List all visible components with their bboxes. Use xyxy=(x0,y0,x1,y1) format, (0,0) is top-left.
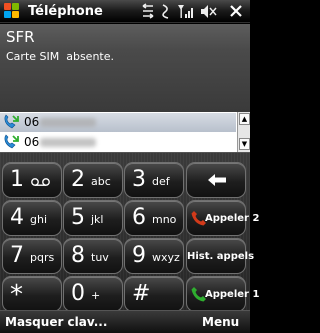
key-6[interactable]: 6 mno xyxy=(124,200,184,236)
app-title: Téléphone xyxy=(28,4,103,19)
volume-muted-icon[interactable] xyxy=(199,3,217,20)
call-history-button[interactable]: Hist. appels xyxy=(186,238,254,274)
key-1[interactable]: 1 xyxy=(2,162,62,198)
left-softkey[interactable]: Masquer clav... xyxy=(5,315,107,329)
recent-calls-list: 06 06 ▲ ▼ xyxy=(0,112,250,152)
key-9[interactable]: 9 wxyz xyxy=(124,238,184,274)
call-2-button[interactable]: Appeler 2 xyxy=(186,200,259,236)
key-7[interactable]: 7 pqrs xyxy=(2,238,62,274)
operator-name: SFR xyxy=(6,28,35,46)
redacted-digits xyxy=(40,118,96,127)
recent-call-row[interactable]: 06 xyxy=(0,113,236,132)
sync-icon[interactable] xyxy=(140,3,156,20)
dial-keypad: 1 2 abc 3 def 4 ghi 5 jkl 6 mno Appeler … xyxy=(0,152,259,312)
key-0[interactable]: 0 + xyxy=(63,276,123,312)
windows-start-icon[interactable] xyxy=(4,3,21,20)
voicemail-icon xyxy=(31,178,50,186)
sim-status-text: Carte SIM absente. xyxy=(6,50,115,63)
key-star[interactable]: * xyxy=(2,276,62,312)
call-number: 06 xyxy=(24,135,40,149)
key-2[interactable]: 2 abc xyxy=(63,162,123,198)
call-incoming-icon xyxy=(4,134,19,149)
backspace-arrow-icon xyxy=(208,174,226,186)
call-incoming-icon xyxy=(4,114,19,129)
softkey-bar: Masquer clav... Menu xyxy=(0,310,250,333)
call-list-scrollbar[interactable]: ▲ ▼ xyxy=(237,112,250,152)
call-number: 06 xyxy=(24,115,40,129)
scroll-down-icon[interactable]: ▼ xyxy=(239,138,250,150)
call-1-button[interactable]: Appeler 1 xyxy=(186,276,259,312)
key-5[interactable]: 5 jkl xyxy=(63,200,123,236)
key-hash[interactable]: # xyxy=(124,276,184,312)
key-3[interactable]: 3 def xyxy=(124,162,184,198)
right-softkey-menu[interactable]: Menu xyxy=(202,315,239,329)
backspace-button[interactable] xyxy=(186,162,246,198)
key-8[interactable]: 8 tuv xyxy=(63,238,123,274)
scroll-up-icon[interactable]: ▲ xyxy=(239,113,250,125)
status-bar: Téléphone xyxy=(0,0,250,23)
close-icon[interactable] xyxy=(229,3,243,20)
redacted-digits xyxy=(40,138,96,147)
data-connection-icon[interactable] xyxy=(160,3,172,20)
network-info-panel: SFR Carte SIM absente. xyxy=(0,24,250,112)
key-4[interactable]: 4 ghi xyxy=(2,200,62,236)
signal-icon[interactable] xyxy=(177,3,195,20)
recent-call-row[interactable]: 06 xyxy=(0,133,236,152)
